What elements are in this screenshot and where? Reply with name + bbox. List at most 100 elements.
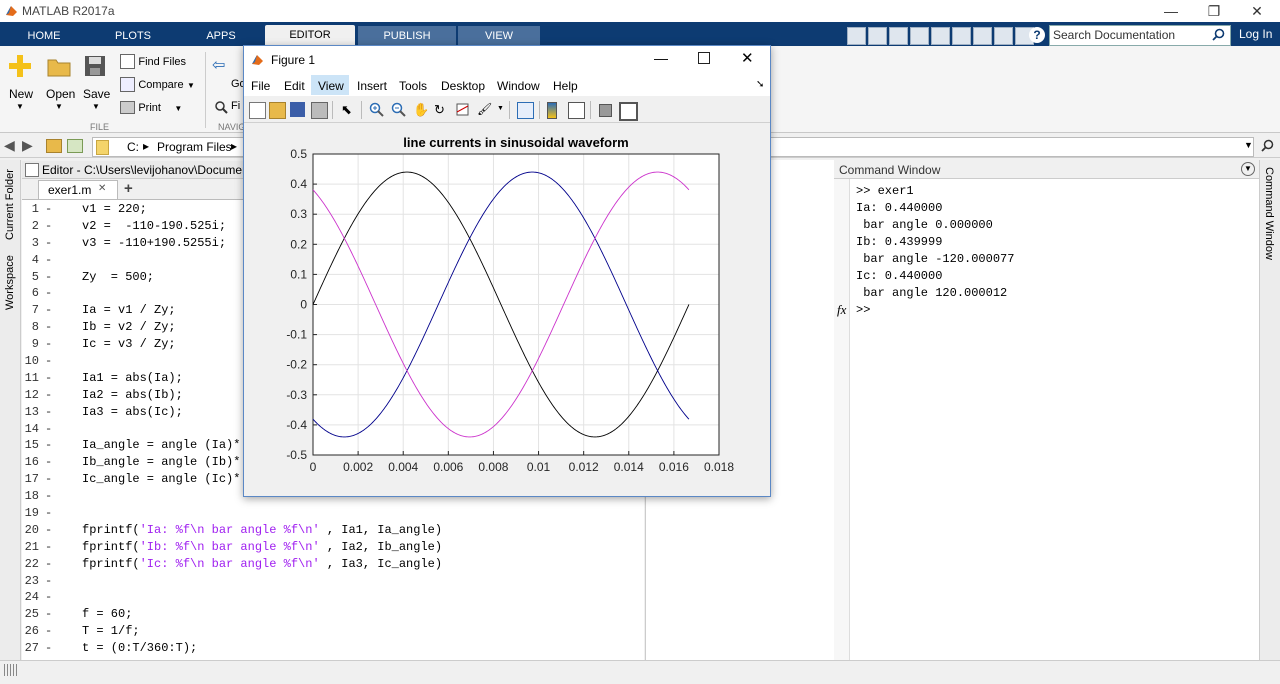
path-folder[interactable]: Program Files bbox=[157, 140, 232, 154]
breakpoint-marker[interactable]: - bbox=[45, 387, 52, 404]
hide-plot-tools-icon[interactable] bbox=[599, 104, 612, 117]
link-plot-icon[interactable] bbox=[517, 102, 534, 119]
breakpoint-marker[interactable]: - bbox=[45, 285, 52, 302]
breakpoint-marker[interactable]: - bbox=[45, 218, 52, 235]
breakpoint-marker[interactable]: - bbox=[45, 235, 52, 252]
breakpoint-marker[interactable]: - bbox=[45, 589, 52, 606]
breakpoint-marker[interactable]: - bbox=[45, 421, 52, 438]
back-arrow-icon[interactable]: ⇦ bbox=[212, 55, 225, 75]
find-files-button[interactable]: Find Files bbox=[120, 54, 200, 70]
breakpoint-marker[interactable]: - bbox=[45, 606, 52, 623]
command-output[interactable]: >> exer1 Ia: 0.440000 bar angle 0.000000 I… bbox=[856, 183, 1014, 319]
code-line[interactable]: 27- t = (0:T/360:T); bbox=[22, 640, 644, 657]
menu-help[interactable]: Help bbox=[553, 79, 578, 93]
breakpoint-marker[interactable]: - bbox=[45, 505, 52, 522]
edit-plot-arrow-icon[interactable]: ⬉ bbox=[341, 102, 356, 117]
tab-editor[interactable]: EDITOR bbox=[265, 25, 355, 46]
copy-quick-icon[interactable] bbox=[910, 27, 929, 45]
menu-tools[interactable]: Tools bbox=[399, 79, 427, 93]
code-line[interactable]: 26- T = 1/f; bbox=[22, 623, 644, 640]
line-chart[interactable]: 0 0.002 0.004 0.006 0.008 0.01 0.012 0.014 0.016… bbox=[245, 123, 769, 495]
pan-hand-icon[interactable]: ✋ bbox=[413, 102, 429, 117]
breakpoint-marker[interactable]: - bbox=[45, 471, 52, 488]
new-dropdown-icon[interactable]: ▼ bbox=[16, 102, 24, 111]
find-label[interactable]: Fi bbox=[231, 100, 240, 112]
colorbar-icon[interactable] bbox=[547, 102, 557, 119]
code-line[interactable]: 24- bbox=[22, 589, 644, 606]
save-figure-icon[interactable] bbox=[290, 102, 305, 117]
path-separator[interactable]: ▸ bbox=[143, 139, 149, 153]
command-window-side-tab[interactable]: Command Window bbox=[1263, 167, 1275, 260]
show-plot-tools-icon[interactable] bbox=[619, 102, 638, 121]
rotate-3d-icon[interactable]: ↻ bbox=[434, 102, 449, 117]
breakpoint-marker[interactable]: - bbox=[45, 319, 52, 336]
breakpoint-marker[interactable]: - bbox=[45, 370, 52, 387]
breakpoint-marker[interactable]: - bbox=[45, 201, 52, 218]
legend-icon[interactable] bbox=[568, 102, 585, 119]
nav-back-icon[interactable]: ◀ bbox=[4, 137, 15, 154]
compare-button[interactable]: Compare ▼ bbox=[120, 77, 210, 93]
new-figure-icon[interactable] bbox=[249, 102, 266, 119]
figure-window[interactable]: Figure 1 — ✕ File Edit View Insert Tools… bbox=[243, 45, 771, 497]
quick-access-icon[interactable] bbox=[847, 27, 866, 45]
code-line[interactable]: 20- fprintf('Ia: %f\n bar angle %f\n' , I… bbox=[22, 522, 644, 539]
save-dropdown-icon[interactable]: ▼ bbox=[92, 102, 100, 111]
open-file-icon[interactable] bbox=[269, 102, 286, 119]
menu-insert[interactable]: Insert bbox=[357, 79, 387, 93]
up-folder-icon[interactable] bbox=[46, 139, 62, 153]
menu-window[interactable]: Window bbox=[497, 79, 540, 93]
breakpoint-marker[interactable]: - bbox=[45, 522, 52, 539]
figure-close-button[interactable]: ✕ bbox=[741, 49, 754, 67]
dock-arrow-icon[interactable]: ➘ bbox=[756, 79, 764, 90]
save-quick-icon[interactable] bbox=[868, 27, 887, 45]
current-folder-tab[interactable]: Current Folder bbox=[4, 165, 16, 240]
path-dropdown-icon[interactable]: ▼ bbox=[1244, 140, 1253, 150]
breakpoint-marker[interactable]: - bbox=[45, 573, 52, 590]
zoom-out-icon[interactable] bbox=[391, 102, 406, 117]
help-icon[interactable]: ? bbox=[1029, 27, 1045, 43]
figure-minimize-button[interactable]: — bbox=[654, 50, 668, 66]
open-dropdown-icon[interactable]: ▼ bbox=[55, 102, 63, 111]
breakpoint-marker[interactable]: - bbox=[45, 640, 52, 657]
breakpoint-marker[interactable]: - bbox=[45, 437, 52, 454]
browse-folder-icon[interactable] bbox=[67, 139, 83, 153]
tab-plots[interactable]: PLOTS bbox=[88, 26, 178, 46]
command-window-options-icon[interactable]: ▼ bbox=[1241, 162, 1255, 176]
code-line[interactable]: 21- fprintf('Ib: %f\n bar angle %f\n' , I… bbox=[22, 539, 644, 556]
tab-view[interactable]: VIEW bbox=[458, 26, 540, 46]
path-drive[interactable]: C: bbox=[127, 140, 139, 154]
zoom-in-icon[interactable] bbox=[369, 102, 384, 117]
brush-icon[interactable]: 🖌 bbox=[477, 102, 492, 117]
cut-quick-icon[interactable] bbox=[889, 27, 908, 45]
menu-file[interactable]: File bbox=[251, 79, 270, 93]
search-icon[interactable] bbox=[1212, 28, 1225, 44]
redo-quick-icon[interactable] bbox=[973, 27, 992, 45]
data-cursor-icon[interactable] bbox=[455, 102, 470, 117]
breakpoint-marker[interactable]: - bbox=[45, 623, 52, 640]
breakpoint-marker[interactable]: - bbox=[45, 539, 52, 556]
path-search-icon[interactable] bbox=[1261, 139, 1274, 155]
figure-canvas[interactable]: 0 0.002 0.004 0.006 0.008 0.01 0.012 0.014 0.016… bbox=[245, 123, 769, 495]
paste-quick-icon[interactable] bbox=[931, 27, 950, 45]
brush-dropdown-icon[interactable]: ▼ bbox=[497, 105, 504, 112]
close-button[interactable]: ✕ bbox=[1234, 0, 1280, 22]
figure-maximize-button[interactable] bbox=[698, 52, 710, 64]
code-line[interactable]: 23- bbox=[22, 573, 644, 590]
fx-icon[interactable]: fx bbox=[837, 302, 846, 318]
breakpoint-marker[interactable]: - bbox=[45, 454, 52, 471]
breakpoint-marker[interactable]: - bbox=[45, 353, 52, 370]
tab-apps[interactable]: APPS bbox=[178, 26, 264, 46]
path-arrow[interactable]: ▸ bbox=[231, 139, 237, 153]
minimize-button[interactable]: — bbox=[1148, 0, 1194, 22]
breakpoint-marker[interactable]: - bbox=[45, 556, 52, 573]
breakpoint-marker[interactable]: - bbox=[45, 488, 52, 505]
undo-quick-icon[interactable] bbox=[952, 27, 971, 45]
tab-publish[interactable]: PUBLISH bbox=[358, 26, 456, 46]
breakpoint-marker[interactable]: - bbox=[45, 252, 52, 269]
login-link[interactable]: Log In bbox=[1239, 27, 1272, 41]
new-tab-button[interactable]: + bbox=[124, 180, 133, 197]
breakpoint-marker[interactable]: - bbox=[45, 269, 52, 286]
breakpoint-marker[interactable]: - bbox=[45, 336, 52, 353]
breakpoint-marker[interactable]: - bbox=[45, 302, 52, 319]
workspace-tab[interactable]: Workspace bbox=[4, 250, 16, 310]
